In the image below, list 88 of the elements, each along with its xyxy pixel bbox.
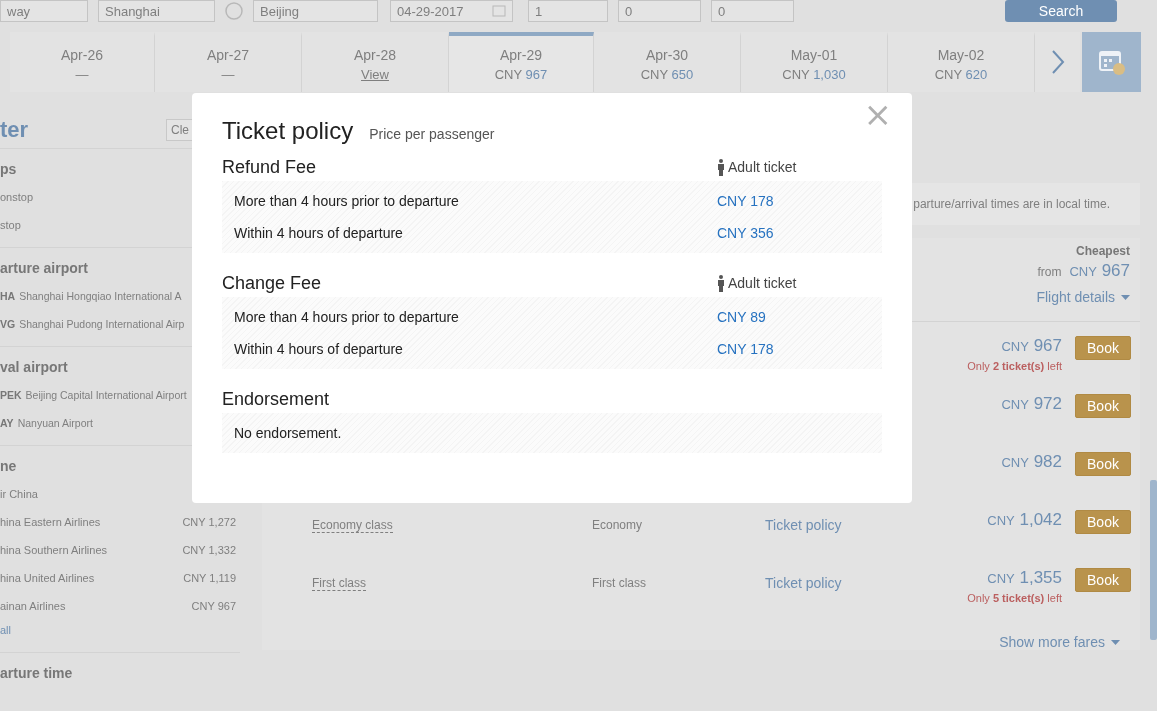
filter-title: ter xyxy=(0,117,29,143)
calendar-icon xyxy=(492,5,506,17)
filter-option[interactable]: hina Southern Airlines xyxy=(0,544,107,556)
close-button[interactable]: × xyxy=(863,97,892,131)
filter-option[interactable]: VG Shanghai Pudong International Airp xyxy=(0,318,185,330)
view-link[interactable]: View xyxy=(361,66,389,82)
condition-text: More than 4 hours prior to departure xyxy=(234,309,460,325)
calendar-coin-icon xyxy=(1097,48,1126,76)
condition-text: More than 4 hours prior to departure xyxy=(234,193,460,209)
cabin-text: First class xyxy=(592,576,647,590)
book-button[interactable]: Book xyxy=(1075,568,1131,592)
date-field[interactable]: 04-29-2017 xyxy=(390,0,513,22)
passenger-type: Adult ticket xyxy=(728,159,797,175)
caret-icon xyxy=(1111,639,1120,645)
section-heading: Refund Fee xyxy=(222,156,318,178)
dialog-title: Ticket policy xyxy=(222,117,354,145)
fare-price: CNY 967 xyxy=(1001,336,1062,356)
caret-icon xyxy=(1121,294,1130,300)
filter-heading: ne xyxy=(0,458,18,476)
filter-option[interactable]: hina United Airlines xyxy=(0,572,95,584)
section-heading: Change Fee xyxy=(222,272,323,294)
show-all-link[interactable]: all xyxy=(0,624,11,644)
cabin-text: Economy xyxy=(592,518,644,532)
book-button[interactable]: Book xyxy=(1075,394,1131,418)
filter-option[interactable]: ainan Airlines xyxy=(0,600,66,612)
price-calendar-button[interactable] xyxy=(1082,32,1141,92)
fee-amount: CNY 178 xyxy=(717,341,774,357)
fare-price: CNY 1,042 xyxy=(987,510,1062,530)
fee-amount: CNY 178 xyxy=(717,193,774,209)
scrollbar-thumb[interactable] xyxy=(1150,480,1157,640)
section-heading: Endorsement xyxy=(222,388,331,410)
fare-price: CNY 982 xyxy=(1001,452,1062,472)
children-select[interactable]: 0 xyxy=(618,0,701,22)
no-price-dash: — xyxy=(75,66,89,82)
option-price: CNY 1,272 xyxy=(182,516,236,528)
fee-amount: CNY 89 xyxy=(717,309,766,325)
notice-text: parture/arrival times are in local time. xyxy=(913,197,1110,211)
filter-heading: arture time xyxy=(0,665,74,683)
filter-option[interactable]: ir China xyxy=(0,488,38,500)
condition-text: No endorsement. xyxy=(234,425,343,441)
person-icon xyxy=(717,158,725,176)
option-price: CNY 1,332 xyxy=(182,544,236,556)
date-price: CNY 967 xyxy=(494,66,548,82)
ticket-policy-link[interactable]: Ticket policy xyxy=(765,575,842,591)
date-price: CNY 650 xyxy=(640,66,694,82)
fare-price: CNY 1,355 xyxy=(987,568,1062,588)
date-tab[interactable]: Apr-29 CNY 967 xyxy=(449,32,594,92)
clear-button[interactable]: Cle xyxy=(166,119,192,141)
cheapest-label: Cheapest xyxy=(1075,244,1130,258)
person-icon xyxy=(717,274,725,292)
from-field[interactable]: Shanghai xyxy=(98,0,215,22)
infants-select[interactable]: 0 xyxy=(711,0,794,22)
book-button[interactable]: Book xyxy=(1075,452,1131,476)
filter-option[interactable]: PEK Beijing Capital International Airport xyxy=(0,389,187,401)
from-label: from xyxy=(1037,265,1062,279)
adults-select[interactable]: 1 xyxy=(528,0,608,22)
cheapest-price: CNY 967 xyxy=(1069,261,1130,281)
book-button[interactable]: Book xyxy=(1075,336,1131,360)
passenger-type: Adult ticket xyxy=(728,275,797,291)
fare-price: CNY 972 xyxy=(1001,394,1062,414)
ticket-policy-link[interactable]: Ticket policy xyxy=(765,517,842,533)
filter-option[interactable]: onstop xyxy=(0,191,34,203)
flight-details-link[interactable]: Flight details xyxy=(1036,289,1130,305)
condition-text: Within 4 hours of departure xyxy=(234,225,404,241)
filter-option[interactable]: stop xyxy=(0,219,21,231)
date-price: CNY 620 xyxy=(934,66,988,82)
filter-heading: val airport xyxy=(0,359,69,377)
chevron-right-icon xyxy=(1050,49,1065,75)
search-button[interactable]: Search xyxy=(1005,0,1117,22)
date-price: CNY 1,030 xyxy=(782,66,846,82)
fee-amount: CNY 356 xyxy=(717,225,774,241)
filter-option[interactable]: hina Eastern Airlines xyxy=(0,516,101,528)
no-price-dash: — xyxy=(221,66,235,82)
tickets-left-text: Only 2 ticket(s) left xyxy=(967,360,1062,372)
option-price: CNY 967 xyxy=(191,600,236,612)
fare-class-link[interactable]: Economy class xyxy=(312,518,393,533)
trip-type-select[interactable]: way xyxy=(0,0,88,22)
filter-heading: arture airport xyxy=(0,260,89,278)
dialog-subtitle: Price per passenger xyxy=(369,126,495,142)
fare-class-link[interactable]: First class xyxy=(312,576,366,591)
option-price: CNY 1,119 xyxy=(183,572,236,584)
to-field[interactable]: Beijing xyxy=(253,0,378,22)
show-more-fares-link[interactable]: Show more fares xyxy=(262,634,1140,650)
tickets-left-text: Only 5 ticket(s) left xyxy=(967,592,1062,604)
filter-option[interactable]: AY Nanyuan Airport xyxy=(0,417,93,429)
filter-option[interactable]: HA Shanghai Hongqiao International A xyxy=(0,290,182,302)
condition-text: Within 4 hours of departure xyxy=(234,341,404,357)
book-button[interactable]: Book xyxy=(1075,510,1131,534)
